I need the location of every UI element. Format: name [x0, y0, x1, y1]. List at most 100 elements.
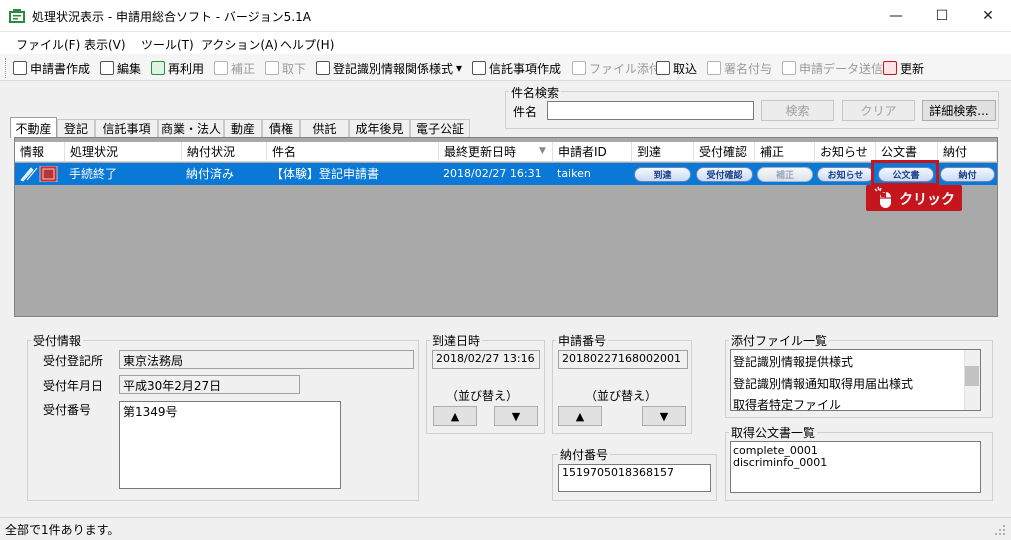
reception-date-label: 受付年月日: [43, 379, 104, 393]
status-text: 全部で1件あります。: [5, 523, 120, 537]
close-button[interactable]: ✕: [965, 0, 1011, 32]
app-icon: [8, 8, 26, 24]
payment-button[interactable]: 納付: [940, 167, 995, 182]
list-item[interactable]: 登記識別情報提供様式: [733, 353, 853, 370]
list-item[interactable]: 取得者特定ファイル: [733, 396, 841, 413]
toolbar-grip: [5, 58, 7, 78]
row-status: 手続終了: [69, 167, 118, 181]
tab-movables[interactable]: 動産: [224, 119, 262, 137]
import-button[interactable]: 取込: [656, 59, 697, 77]
arrival-sort-down-button[interactable]: ▼: [494, 406, 538, 426]
col-receipt[interactable]: 受付確認: [694, 142, 755, 162]
attachment-list-label: 添付ファイル一覧: [729, 332, 830, 349]
application-number-field[interactable]: 20180227168002001: [558, 350, 688, 369]
search-button[interactable]: 検索: [761, 100, 834, 121]
col-payment-status[interactable]: 納付状況: [182, 142, 267, 162]
menu-action[interactable]: アクション(A): [201, 36, 278, 53]
application-sort-label: （並び替え）: [585, 389, 658, 403]
col-arrival[interactable]: 到達: [632, 142, 694, 162]
col-subject[interactable]: 件名: [267, 142, 439, 162]
search-group-label: 件名検索: [509, 84, 562, 101]
reception-number-field[interactable]: 第1349号: [119, 401, 341, 489]
click-callout-label: クリック: [899, 192, 955, 208]
chevron-down-icon: ▾: [456, 61, 463, 75]
payment-number-field[interactable]: 1519705018368157: [558, 464, 711, 492]
import-icon: [656, 61, 670, 75]
tab-commercial[interactable]: 商業・法人: [158, 119, 224, 137]
resize-grip-icon[interactable]: [994, 524, 1006, 536]
list-item[interactable]: discriminfo_0001: [733, 456, 827, 469]
document-new-icon: [13, 61, 27, 75]
detail-search-button[interactable]: 詳細検索...: [922, 100, 996, 121]
col-applicant-id[interactable]: 申請者ID: [553, 142, 632, 162]
menu-view[interactable]: 表示(V): [84, 36, 126, 53]
menu-help[interactable]: ヘルプ(H): [280, 36, 334, 53]
application-sort-up-button[interactable]: ▲: [558, 406, 602, 426]
import-label: 取込: [673, 61, 698, 76]
registration-form-button[interactable]: 登記識別情報関係様式 ▾: [316, 59, 462, 77]
col-info[interactable]: 情報: [15, 142, 65, 162]
col-payment[interactable]: 納付: [938, 142, 997, 162]
tab-trust[interactable]: 信託事項: [95, 119, 158, 137]
application-sort-down-button[interactable]: ▼: [642, 406, 686, 426]
tab-real-estate[interactable]: 不動産: [10, 117, 57, 138]
row-subject: 【体験】登記申請書: [271, 167, 380, 181]
send-data-button[interactable]: 申請データ送信: [782, 59, 883, 77]
refresh-label: 更新: [900, 61, 925, 76]
arrival-datetime-field[interactable]: 2018/02/27 13:16: [432, 350, 540, 369]
subject-search-input[interactable]: [547, 101, 754, 120]
reception-date-field[interactable]: 平成30年2月27日: [119, 375, 300, 394]
list-item[interactable]: 登記識別情報通知取得用届出様式: [733, 375, 913, 392]
reception-office-label: 受付登記所: [43, 354, 104, 368]
arrival-button[interactable]: 到達: [634, 167, 691, 182]
trust-create-button[interactable]: 信託事項作成: [472, 59, 561, 77]
reuse-button[interactable]: 再利用: [151, 59, 204, 77]
create-application-button[interactable]: 申請書作成: [13, 59, 90, 77]
reuse-label: 再利用: [168, 61, 205, 76]
sign-icon: [707, 61, 721, 75]
tab-notary[interactable]: 電子公証: [410, 119, 470, 137]
correct-button[interactable]: 補正: [214, 59, 255, 77]
tab-guardianship[interactable]: 成年後見: [349, 119, 410, 137]
attach-file-button[interactable]: ファイル添付: [572, 59, 661, 77]
official-docs-label: 取得公文書一覧: [729, 424, 818, 441]
col-updated[interactable]: 最終更新日時: [439, 142, 553, 162]
withdraw-button[interactable]: 取下: [265, 59, 306, 77]
menu-file[interactable]: ファイル(F): [16, 36, 80, 53]
receipt-confirm-button[interactable]: 受付確認: [696, 167, 753, 182]
reception-office-field[interactable]: 東京法務局: [119, 350, 414, 369]
info-icon: [19, 165, 59, 183]
notice-button[interactable]: お知らせ: [817, 167, 874, 182]
attach-icon: [572, 61, 586, 75]
tab-deposit[interactable]: 供託: [300, 119, 349, 137]
row-updated: 2018/02/27 16:31: [443, 167, 542, 180]
tab-claims[interactable]: 債権: [262, 119, 300, 137]
attachment-scroll-thumb[interactable]: [965, 366, 979, 386]
clear-button[interactable]: クリア: [842, 100, 915, 121]
form-icon: [316, 61, 330, 75]
maximize-button[interactable]: ☐: [919, 0, 965, 32]
col-status[interactable]: 処理状況: [65, 142, 182, 162]
col-notice[interactable]: お知らせ: [815, 142, 876, 162]
refresh-button[interactable]: 更新: [883, 59, 924, 77]
arrival-group-label: 到達日時: [430, 332, 483, 349]
correction-button[interactable]: 補正: [757, 167, 813, 182]
subject-label: 件名: [513, 105, 538, 119]
application-number-label: 申請番号: [556, 332, 609, 349]
status-bar: [0, 517, 1011, 540]
menu-tools[interactable]: ツール(T): [141, 36, 194, 53]
minimize-button[interactable]: —: [873, 0, 919, 32]
official-document-button[interactable]: 公文書: [878, 167, 934, 182]
sign-button[interactable]: 署名付与: [707, 59, 772, 77]
reception-number-scrollbar[interactable]: [325, 402, 340, 488]
create-application-label: 申請書作成: [30, 61, 91, 76]
arrival-sort-up-button[interactable]: ▲: [433, 406, 477, 426]
edit-button[interactable]: 編集: [100, 59, 141, 77]
col-document[interactable]: 公文書: [876, 142, 938, 162]
payment-number-label: 納付番号: [558, 446, 611, 463]
col-correction[interactable]: 補正: [755, 142, 815, 162]
attach-file-label: ファイル添付: [589, 61, 662, 76]
tab-registration[interactable]: 登記: [57, 119, 95, 137]
edit-icon: [100, 61, 114, 75]
row-applicant-id: taiken: [557, 167, 591, 180]
